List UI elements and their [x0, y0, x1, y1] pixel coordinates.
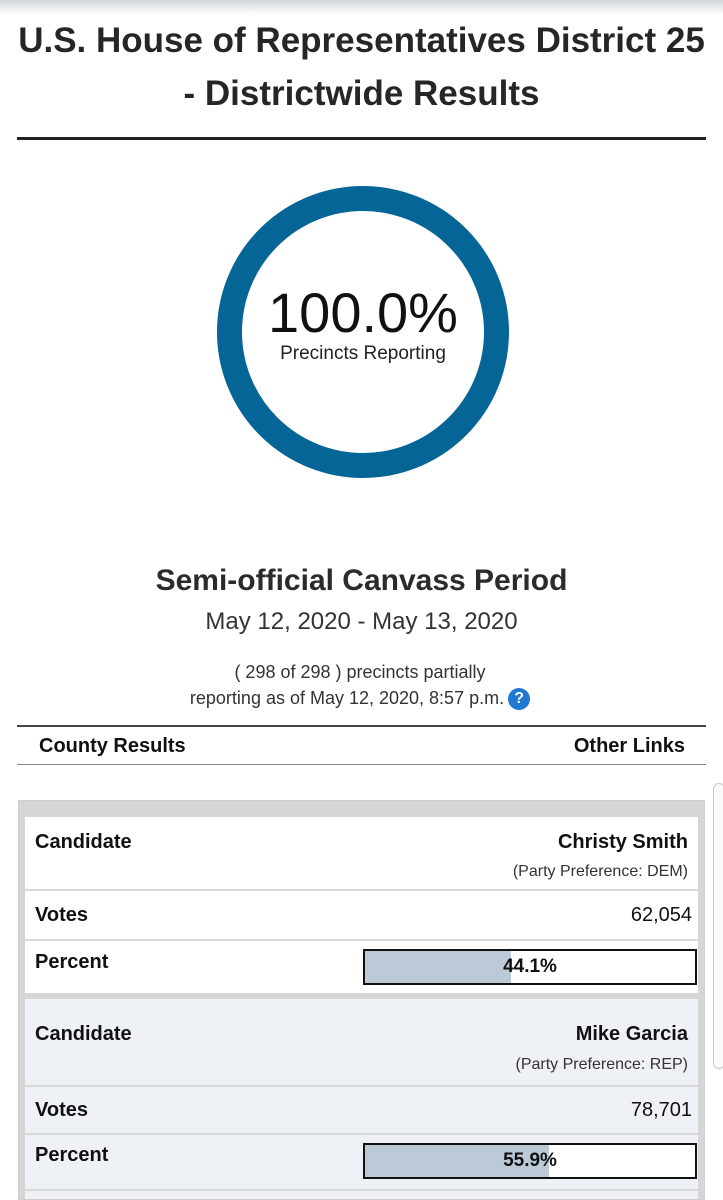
candidate-card: Candidate Christy Smith (Party Preferenc… [19, 817, 704, 993]
candidate-row: Candidate Christy Smith (Party Preferenc… [25, 817, 698, 891]
precincts-reporting-percent: 100.0% [268, 281, 458, 344]
scrollbar[interactable] [713, 783, 723, 1069]
candidate-name: Mike Garcia [575, 1023, 688, 1045]
votes-label: Votes [35, 904, 88, 926]
percent-label: Percent [35, 1144, 109, 1166]
results-panel: Candidate Christy Smith (Party Preferenc… [18, 800, 705, 1200]
top-shadow [0, 0, 723, 14]
precincts-status-line2-text: reporting as of May 12, 2020, 8:57 p.m. [189, 688, 505, 708]
county-results-link[interactable]: County Results [39, 735, 186, 758]
percent-label: Percent [35, 951, 109, 973]
title-divider [17, 137, 706, 140]
links-divider-top [17, 725, 706, 727]
precincts-status-line2: reporting as of May 12, 2020, 8:57 p.m.? [170, 685, 550, 711]
percent-row: Percent 44.1% [25, 941, 698, 993]
other-links-link[interactable]: Other Links [574, 735, 685, 758]
votes-value: 78,701 [630, 1099, 692, 1121]
candidate-card: Candidate Mike Garcia (Party Preference:… [19, 999, 704, 1199]
votes-label: Votes [35, 1099, 88, 1121]
percent-row: Percent 55.9% [25, 1135, 698, 1191]
canvass-period-dates: May 12, 2020 - May 13, 2020 [205, 608, 518, 635]
precincts-reporting-label: Precincts Reporting [280, 343, 446, 364]
percent-value: 44.1% [503, 956, 557, 977]
candidate-label: Candidate [35, 831, 132, 853]
canvass-period-title: Semi-official Canvass Period [155, 564, 568, 597]
precincts-status: ( 298 of 298 ) precincts partially repor… [170, 659, 550, 711]
percent-bar: 44.1% [363, 949, 697, 985]
links-divider-bottom [17, 764, 706, 765]
percent-value: 55.9% [503, 1150, 557, 1171]
party-preference: (Party Preference: REP) [515, 1056, 689, 1073]
percent-bar: 55.9% [363, 1143, 697, 1179]
party-preference: (Party Preference: DEM) [512, 863, 688, 880]
candidate-label: Candidate [35, 1023, 132, 1045]
question-circle-icon[interactable]: ? [508, 688, 531, 711]
candidate-row: Candidate Mike Garcia (Party Preference:… [25, 1013, 698, 1087]
votes-row: Votes 78,701 [25, 1087, 698, 1135]
votes-row: Votes 62,054 [25, 891, 698, 941]
candidate-name: Christy Smith [557, 831, 688, 853]
votes-value: 62,054 [630, 904, 692, 926]
page-title: U.S. House of Representatives District 2… [18, 21, 705, 113]
precincts-status-line1: ( 298 of 298 ) precincts partially [234, 662, 486, 682]
